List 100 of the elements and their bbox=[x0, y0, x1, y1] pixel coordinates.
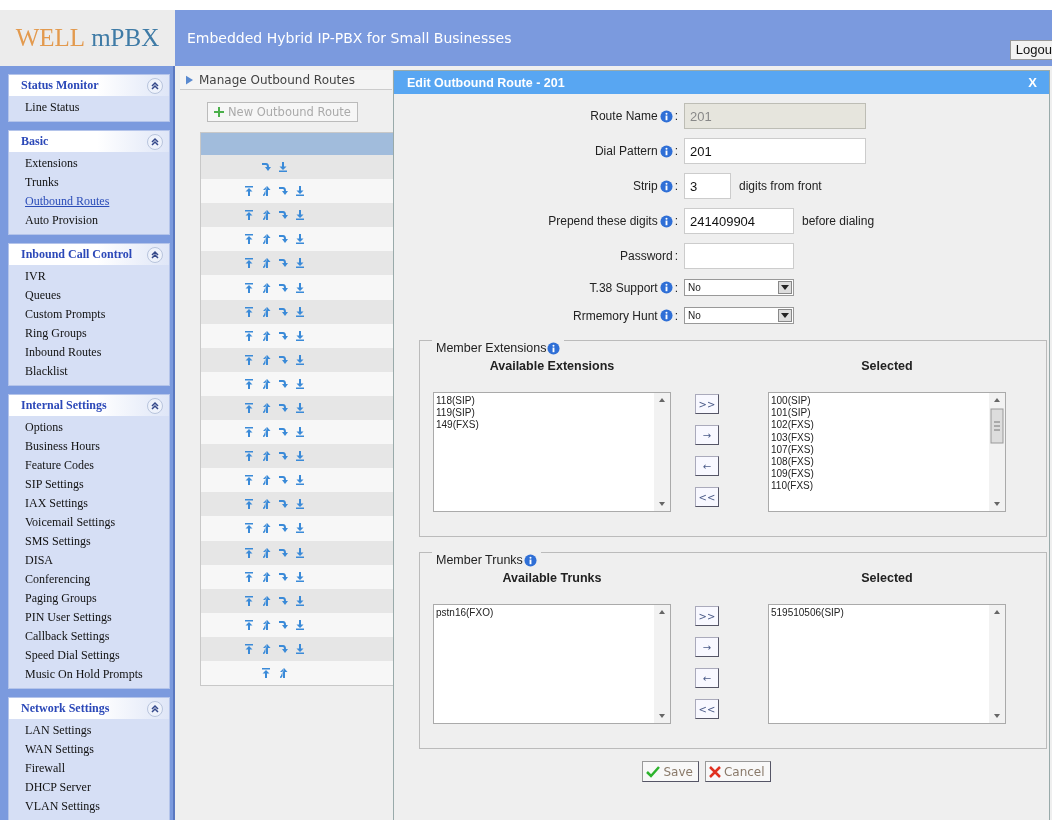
move-up-icon[interactable] bbox=[261, 570, 271, 583]
move-up-icon[interactable] bbox=[278, 667, 288, 679]
move-to-bottom-icon[interactable] bbox=[295, 353, 305, 366]
move-to-top-icon[interactable] bbox=[244, 498, 254, 511]
move-up-icon[interactable] bbox=[261, 450, 271, 463]
move-to-top-icon[interactable] bbox=[261, 667, 271, 679]
list-option[interactable]: 149(FXS) bbox=[436, 419, 479, 432]
sidebar-link[interactable]: SMS Settings bbox=[25, 532, 91, 551]
sidebar-link[interactable]: Blacklist bbox=[25, 362, 68, 381]
move-to-bottom-icon[interactable] bbox=[295, 329, 305, 342]
move-to-top-icon[interactable] bbox=[244, 329, 254, 342]
sidebar-link[interactable]: WAN Settings bbox=[25, 740, 94, 759]
scrollbar[interactable] bbox=[654, 605, 670, 723]
sidebar-link[interactable]: PIN User Settings bbox=[25, 608, 112, 627]
sidebar-link[interactable]: LAN Settings bbox=[25, 721, 92, 740]
move-to-top-icon[interactable] bbox=[244, 546, 254, 559]
list-option[interactable]: 119(SIP) bbox=[436, 407, 475, 420]
sidebar-link[interactable]: Conferencing bbox=[25, 570, 91, 589]
transfer-button[interactable]: << bbox=[695, 699, 719, 719]
collapse-icon[interactable] bbox=[147, 77, 163, 94]
info-icon[interactable] bbox=[659, 144, 673, 158]
move-up-icon[interactable] bbox=[261, 185, 271, 198]
move-to-top-icon[interactable] bbox=[244, 522, 254, 535]
section-title[interactable]: Inbound Call Control bbox=[21, 247, 133, 262]
sidebar-link[interactable]: Line Status bbox=[25, 98, 80, 117]
sidebar-link[interactable]: Inbound Routes bbox=[25, 343, 102, 362]
info-icon[interactable] bbox=[659, 179, 673, 193]
sidebar-link[interactable]: Custom Prompts bbox=[25, 305, 106, 324]
transfer-button[interactable]: ← bbox=[695, 668, 719, 688]
list-option[interactable]: 101(SIP) bbox=[771, 407, 811, 420]
sidebar-link[interactable]: Ring Groups bbox=[25, 324, 87, 343]
move-to-bottom-icon[interactable] bbox=[295, 618, 305, 631]
sidebar-link[interactable]: DISA bbox=[25, 551, 53, 570]
move-to-bottom-icon[interactable] bbox=[295, 209, 305, 222]
sidebar-link[interactable]: Options bbox=[25, 418, 63, 437]
move-to-bottom-icon[interactable] bbox=[295, 642, 305, 655]
move-to-top-icon[interactable] bbox=[244, 450, 254, 463]
move-to-bottom-icon[interactable] bbox=[278, 161, 288, 174]
move-down-icon[interactable] bbox=[278, 570, 288, 583]
list-option[interactable]: 519510506(SIP) bbox=[771, 607, 844, 620]
move-to-bottom-icon[interactable] bbox=[295, 257, 305, 270]
sidebar-link[interactable]: IAX Settings bbox=[25, 494, 88, 513]
move-up-icon[interactable] bbox=[261, 594, 271, 607]
move-up-icon[interactable] bbox=[261, 377, 271, 390]
move-down-icon[interactable] bbox=[278, 618, 288, 631]
move-to-bottom-icon[interactable] bbox=[295, 546, 305, 559]
sidebar-link[interactable]: Business Hours bbox=[25, 437, 100, 456]
sidebar-link[interactable]: Trunks bbox=[25, 173, 59, 192]
move-to-top-icon[interactable] bbox=[244, 642, 254, 655]
move-to-bottom-icon[interactable] bbox=[295, 377, 305, 390]
section-title[interactable]: Status Monitor bbox=[21, 78, 99, 93]
move-up-icon[interactable] bbox=[261, 233, 271, 246]
move-to-top-icon[interactable] bbox=[244, 353, 254, 366]
dropdown[interactable]: No bbox=[684, 279, 794, 296]
move-to-top-icon[interactable] bbox=[244, 426, 254, 439]
sidebar-link[interactable]: SIP Settings bbox=[25, 475, 84, 494]
logout-button[interactable]: Logou bbox=[1009, 40, 1052, 60]
info-icon[interactable] bbox=[659, 214, 673, 228]
selected-list[interactable]: 519510506(SIP) bbox=[768, 604, 1006, 724]
section-title[interactable]: Internal Settings bbox=[21, 398, 107, 413]
move-up-icon[interactable] bbox=[261, 522, 271, 535]
move-up-icon[interactable] bbox=[261, 209, 271, 222]
move-to-top-icon[interactable] bbox=[244, 209, 254, 222]
move-up-icon[interactable] bbox=[261, 353, 271, 366]
collapse-icon[interactable] bbox=[147, 246, 163, 263]
scrollbar[interactable] bbox=[989, 605, 1005, 723]
info-icon[interactable] bbox=[659, 309, 673, 322]
password-field[interactable] bbox=[684, 243, 794, 269]
move-to-top-icon[interactable] bbox=[244, 233, 254, 246]
move-up-icon[interactable] bbox=[261, 329, 271, 342]
sidebar-link[interactable]: Outbound Routes bbox=[25, 192, 110, 211]
save-button[interactable]: Save bbox=[642, 761, 699, 782]
move-down-icon[interactable] bbox=[278, 402, 288, 414]
transfer-button[interactable]: >> bbox=[695, 606, 719, 626]
move-down-icon[interactable] bbox=[278, 329, 288, 342]
list-option[interactable]: 109(FXS) bbox=[771, 468, 814, 481]
list-option[interactable]: 108(FXS) bbox=[771, 456, 814, 469]
move-to-top-icon[interactable] bbox=[244, 185, 254, 198]
list-option[interactable]: 118(SIP) bbox=[436, 395, 475, 408]
input-field[interactable]: 241409904 bbox=[684, 208, 794, 234]
move-to-bottom-icon[interactable] bbox=[295, 474, 305, 487]
collapse-icon[interactable] bbox=[147, 397, 163, 414]
move-to-top-icon[interactable] bbox=[244, 377, 254, 390]
collapse-icon[interactable] bbox=[147, 133, 163, 150]
list-option[interactable]: 100(SIP) bbox=[771, 395, 811, 408]
collapse-icon[interactable] bbox=[147, 700, 163, 717]
move-up-icon[interactable] bbox=[261, 257, 271, 270]
sidebar-link[interactable]: Queues bbox=[25, 286, 61, 305]
move-to-top-icon[interactable] bbox=[244, 305, 254, 318]
move-to-top-icon[interactable] bbox=[244, 570, 254, 583]
move-to-top-icon[interactable] bbox=[244, 618, 254, 631]
move-to-bottom-icon[interactable] bbox=[295, 185, 305, 198]
move-down-icon[interactable] bbox=[278, 594, 288, 607]
move-up-icon[interactable] bbox=[261, 402, 271, 414]
transfer-button[interactable]: → bbox=[695, 425, 719, 445]
move-to-bottom-icon[interactable] bbox=[295, 305, 305, 318]
transfer-button[interactable]: >> bbox=[695, 394, 719, 414]
move-down-icon[interactable] bbox=[278, 281, 288, 294]
move-up-icon[interactable] bbox=[261, 474, 271, 487]
sidebar-link[interactable]: VLAN Settings bbox=[25, 797, 100, 816]
